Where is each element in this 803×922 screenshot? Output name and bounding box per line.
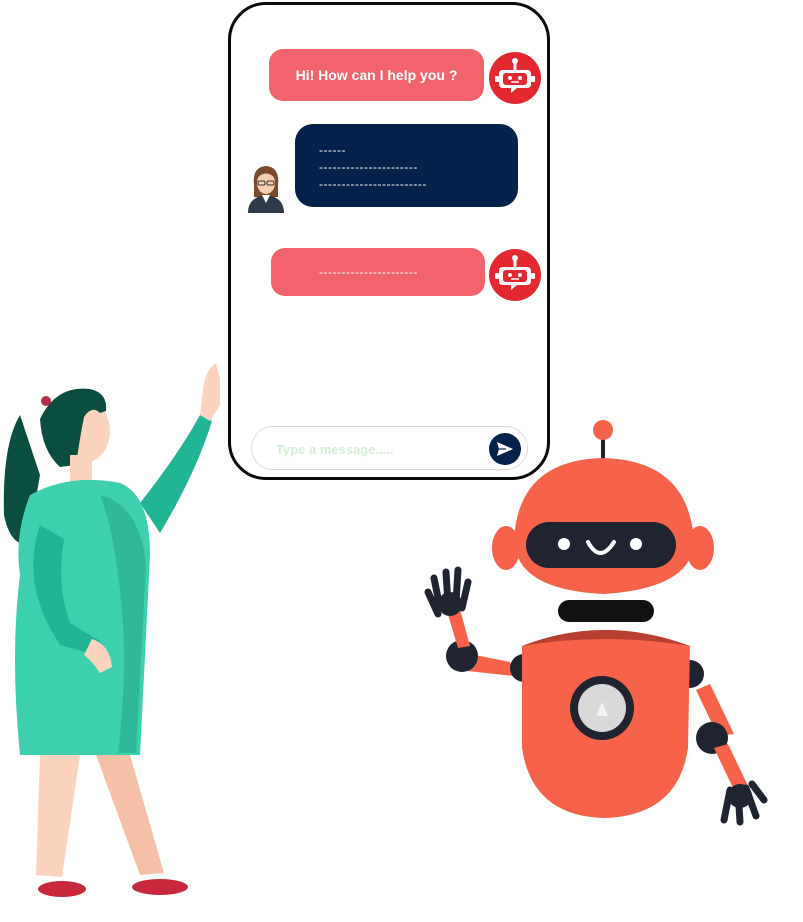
user-message-bubble: ------ ---------------------- ----------… [295, 124, 518, 207]
paper-plane-icon [497, 442, 513, 456]
send-button[interactable] [489, 433, 521, 465]
bot-message-text: ---------------------- [319, 265, 418, 279]
bot-message-text: Hi! How can I help you ? [295, 67, 458, 83]
woman-avatar-icon [246, 163, 286, 213]
bot-message-bubble: ---------------------- [271, 248, 485, 296]
robot-icon [489, 52, 541, 104]
robot-icon [489, 249, 541, 301]
message-input-bar [251, 426, 528, 470]
message-input[interactable] [274, 438, 478, 460]
user-message-line: ------ [319, 143, 346, 157]
user-message-line: ---------------------- [319, 160, 418, 174]
robot-illustration [424, 420, 768, 826]
chat-phone-frame: Hi! How can I help you ? ------ --------… [228, 2, 550, 480]
bot-message-bubble: Hi! How can I help you ? [269, 49, 484, 101]
woman-illustration [3, 363, 220, 897]
user-message-line: ------------------------ [319, 177, 427, 191]
